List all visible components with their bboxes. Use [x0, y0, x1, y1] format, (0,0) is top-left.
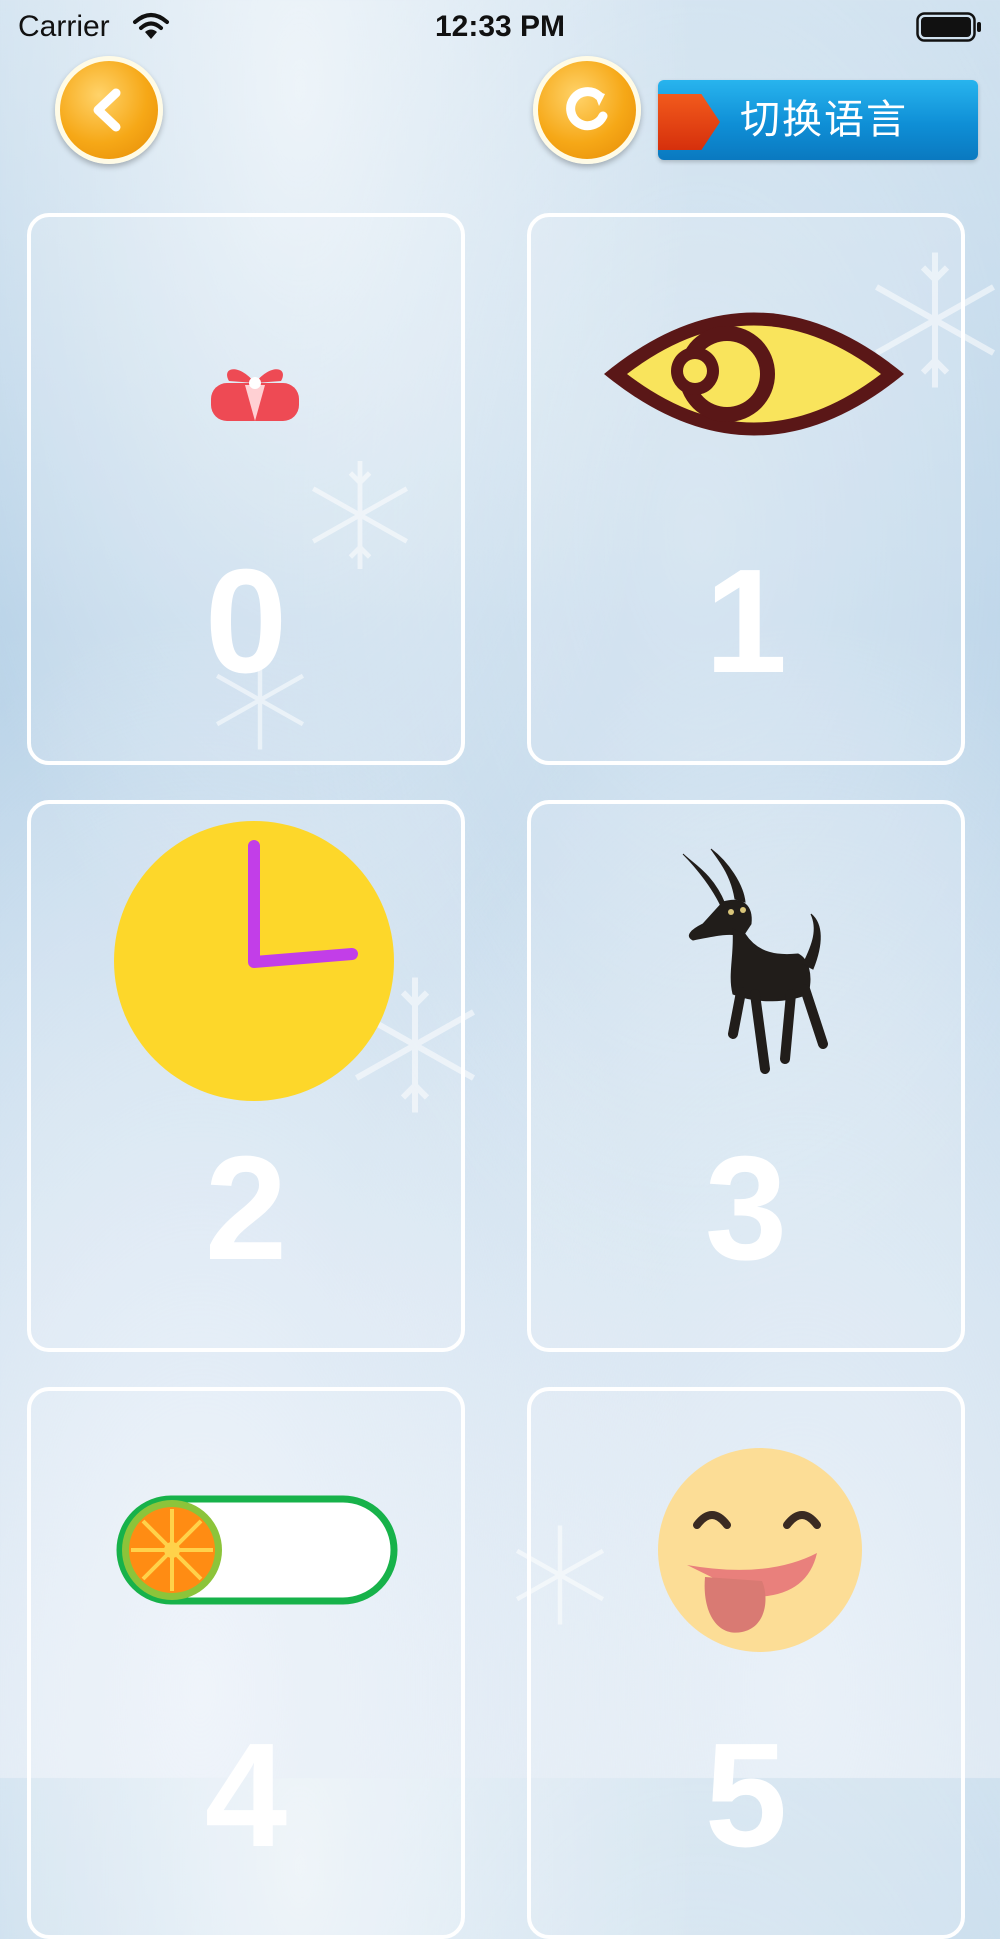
tongue-emoji-icon [657, 1447, 863, 1658]
refresh-button[interactable] [533, 56, 641, 164]
back-button[interactable] [55, 56, 163, 164]
switch-language-button[interactable]: 切换语言 [658, 80, 978, 160]
number-card-3[interactable]: 3 [527, 800, 965, 1352]
gift-icon [209, 363, 301, 428]
number-card-5[interactable]: 5 [527, 1387, 965, 1939]
card-number: 1 [704, 539, 788, 704]
chevron-left-icon [93, 88, 121, 132]
status-bar: Carrier 12:33 PM [0, 0, 1000, 54]
switch-language-label: 切换语言 [740, 97, 908, 143]
card-number: 4 [204, 1713, 288, 1878]
number-card-1[interactable]: 1 [527, 213, 965, 765]
toggle-switch-icon [116, 1495, 398, 1610]
number-card-4[interactable]: 4 [27, 1387, 465, 1939]
card-number: 2 [204, 1126, 288, 1291]
battery-icon [916, 12, 982, 50]
clock-icon [113, 820, 395, 1107]
card-number: 3 [704, 1126, 788, 1291]
goat-icon [673, 844, 848, 1079]
card-number: 5 [704, 1713, 788, 1878]
number-card-0[interactable]: 0 [27, 213, 465, 765]
status-time: 12:33 PM [434, 10, 566, 43]
card-number: 0 [204, 539, 288, 704]
refresh-icon [566, 87, 608, 131]
eye-icon [599, 291, 909, 462]
arrow-tag-icon [658, 94, 720, 150]
number-card-2[interactable]: 2 [27, 800, 465, 1352]
